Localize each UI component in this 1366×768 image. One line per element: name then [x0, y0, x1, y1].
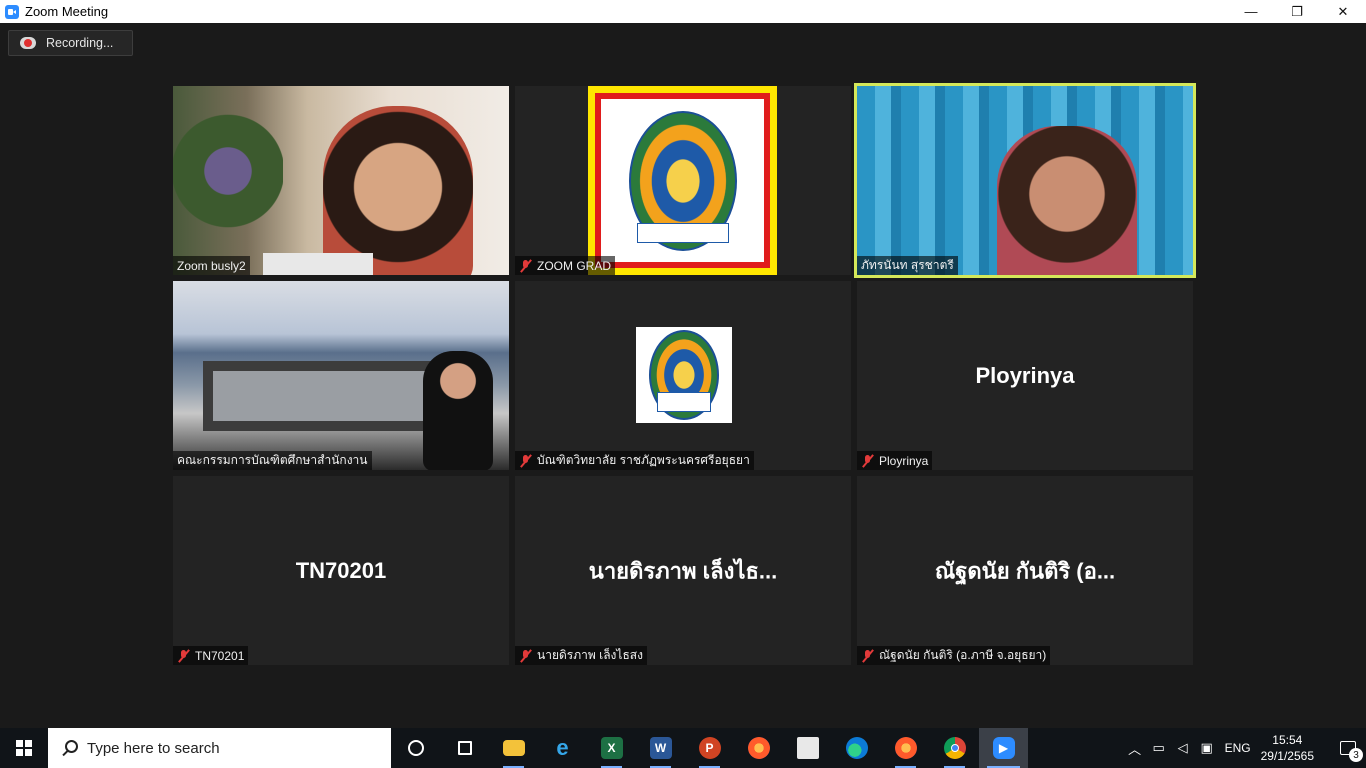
- store-icon[interactable]: [783, 728, 832, 768]
- windows-taskbar: e X W P ▶ ︿ ▭ ◁ ▣ ENG 15:54 29/1/2565 3: [0, 728, 1366, 768]
- participant-video: [857, 86, 1193, 275]
- word-icon[interactable]: W: [636, 728, 685, 768]
- participant-name-tag: Ployrinya: [857, 451, 933, 470]
- participant-name-tag: Zoom busly2: [173, 256, 250, 275]
- participant-tile[interactable]: บัณฑิตวิทยาลัย ราชภัฏพระนครศรีอยุธยา: [515, 281, 851, 470]
- participant-tile[interactable]: นายดิรภาพ เล็งไธ... นายดิรภาพ เล็งไธสง: [515, 476, 851, 665]
- participant-name-tag: ณัฐดนัย กันติริ (อ.ภาษี จ.อยุธยา): [857, 646, 1051, 665]
- notification-center-button[interactable]: 3: [1330, 728, 1366, 768]
- window-title: Zoom Meeting: [25, 4, 109, 19]
- participant-name-tag: บัณฑิตวิทยาลัย ราชภัฏพระนครศรีอยุธยา: [515, 451, 754, 470]
- participant-name-tag: ZOOM GRAD: [515, 256, 615, 275]
- firefox-icon[interactable]: [881, 728, 930, 768]
- edge-icon[interactable]: [832, 728, 881, 768]
- participant-tile[interactable]: คณะกรรมการบัณฑิตศึกษาสำนักงาน: [173, 281, 509, 470]
- battery-icon[interactable]: ▭: [1147, 728, 1171, 768]
- internet-explorer-icon[interactable]: e: [538, 728, 587, 768]
- participant-name-tag: TN70201: [173, 646, 249, 665]
- clock-time: 15:54: [1272, 733, 1303, 747]
- participant-video: [173, 281, 509, 470]
- university-seal-icon: [628, 110, 737, 251]
- microphone-muted-icon: [861, 649, 875, 663]
- window-controls: — ❐ ✕: [1228, 0, 1366, 23]
- participant-name-tag: คณะกรรมการบัณฑิตศึกษาสำนักงาน: [173, 451, 372, 470]
- taskbar-apps: e X W P ▶: [391, 728, 1028, 768]
- participant-tile-active-speaker[interactable]: ภัทรนันท สุรชาตรี: [854, 83, 1196, 278]
- university-logo-image: [636, 327, 732, 423]
- start-button[interactable]: [0, 728, 48, 768]
- close-button[interactable]: ✕: [1320, 0, 1366, 23]
- participant-tile[interactable]: ณัฐดนัย กันติริ (อ... ณัฐดนัย กันติริ (อ…: [857, 476, 1193, 665]
- participant-tile[interactable]: ZOOM GRAD: [515, 86, 851, 275]
- participant-display-name: นายดิรภาพ เล็งไธ...: [588, 558, 778, 583]
- recording-label: Recording...: [46, 36, 114, 50]
- show-hidden-icons-chevron-icon[interactable]: ︿: [1123, 728, 1147, 768]
- search-icon: [61, 740, 78, 756]
- participant-display-name: TN70201: [295, 557, 387, 583]
- notification-count: 3: [1349, 748, 1363, 762]
- search-input[interactable]: [87, 739, 367, 757]
- participant-name: บัณฑิตวิทยาลัย ราชภัฏพระนครศรีอยุธยา: [537, 453, 750, 467]
- cortana-icon[interactable]: [391, 728, 440, 768]
- participant-name: ภัทรนันท สุรชาตรี: [861, 258, 954, 272]
- participant-video: [173, 86, 509, 275]
- meeting-area: Recording... Zoom busly2 ZOOM GRAD ภัทรน…: [0, 23, 1366, 728]
- participant-display-name: Ployrinya: [975, 362, 1075, 388]
- participant-name: Zoom busly2: [177, 258, 246, 273]
- participant-name: คณะกรรมการบัณฑิตศึกษาสำนักงาน: [177, 453, 368, 467]
- participant-tile[interactable]: Ployrinya Ployrinya: [857, 281, 1193, 470]
- clock[interactable]: 15:54 29/1/2565: [1261, 732, 1314, 764]
- microphone-muted-icon: [177, 649, 191, 663]
- zoom-icon[interactable]: ▶: [979, 728, 1028, 768]
- powerpoint-icon[interactable]: P: [685, 728, 734, 768]
- university-seal-icon: [649, 330, 719, 420]
- microphone-muted-icon: [519, 259, 533, 273]
- input-language[interactable]: ENG: [1225, 741, 1251, 755]
- clock-date: 29/1/2565: [1260, 749, 1314, 763]
- network-icon[interactable]: ▣: [1195, 728, 1219, 768]
- participant-display-name: ณัฐดนัย กันติริ (อ...: [934, 558, 1116, 583]
- university-logo-image: [588, 86, 777, 275]
- windows-logo-icon: [16, 740, 32, 756]
- participant-name-tag: ภัทรนันท สุรชาตรี: [857, 256, 958, 275]
- zoom-app-icon: [5, 4, 19, 19]
- system-tray: ︿ ▭ ◁ ▣ ENG 15:54 29/1/2565 3: [1123, 728, 1366, 768]
- chrome-icon[interactable]: [930, 728, 979, 768]
- participant-name: ZOOM GRAD: [537, 258, 611, 273]
- participant-tile[interactable]: TN70201 TN70201: [173, 476, 509, 665]
- title-bar: Zoom Meeting — ❐ ✕: [0, 0, 1366, 23]
- task-view-icon[interactable]: [440, 728, 489, 768]
- minimize-button[interactable]: —: [1228, 0, 1274, 23]
- microphone-muted-icon: [519, 649, 533, 663]
- participant-name: TN70201: [195, 648, 245, 663]
- participant-name: Ployrinya: [879, 453, 929, 468]
- firefox-icon[interactable]: [734, 728, 783, 768]
- participant-name: ณัฐดนัย กันติริ (อ.ภาษี จ.อยุธยา): [879, 648, 1047, 662]
- excel-icon[interactable]: X: [587, 728, 636, 768]
- participant-tile[interactable]: Zoom busly2: [173, 86, 509, 275]
- recording-indicator[interactable]: Recording...: [8, 30, 133, 56]
- recording-icon: [20, 37, 36, 49]
- participant-name-tag: นายดิรภาพ เล็งไธสง: [515, 646, 647, 665]
- file-explorer-icon[interactable]: [489, 728, 538, 768]
- microphone-muted-icon: [519, 454, 533, 468]
- participant-name: นายดิรภาพ เล็งไธสง: [537, 648, 643, 662]
- restore-button[interactable]: ❐: [1274, 0, 1320, 23]
- volume-icon[interactable]: ◁: [1171, 728, 1195, 768]
- taskbar-search[interactable]: [48, 728, 391, 768]
- microphone-muted-icon: [861, 454, 875, 468]
